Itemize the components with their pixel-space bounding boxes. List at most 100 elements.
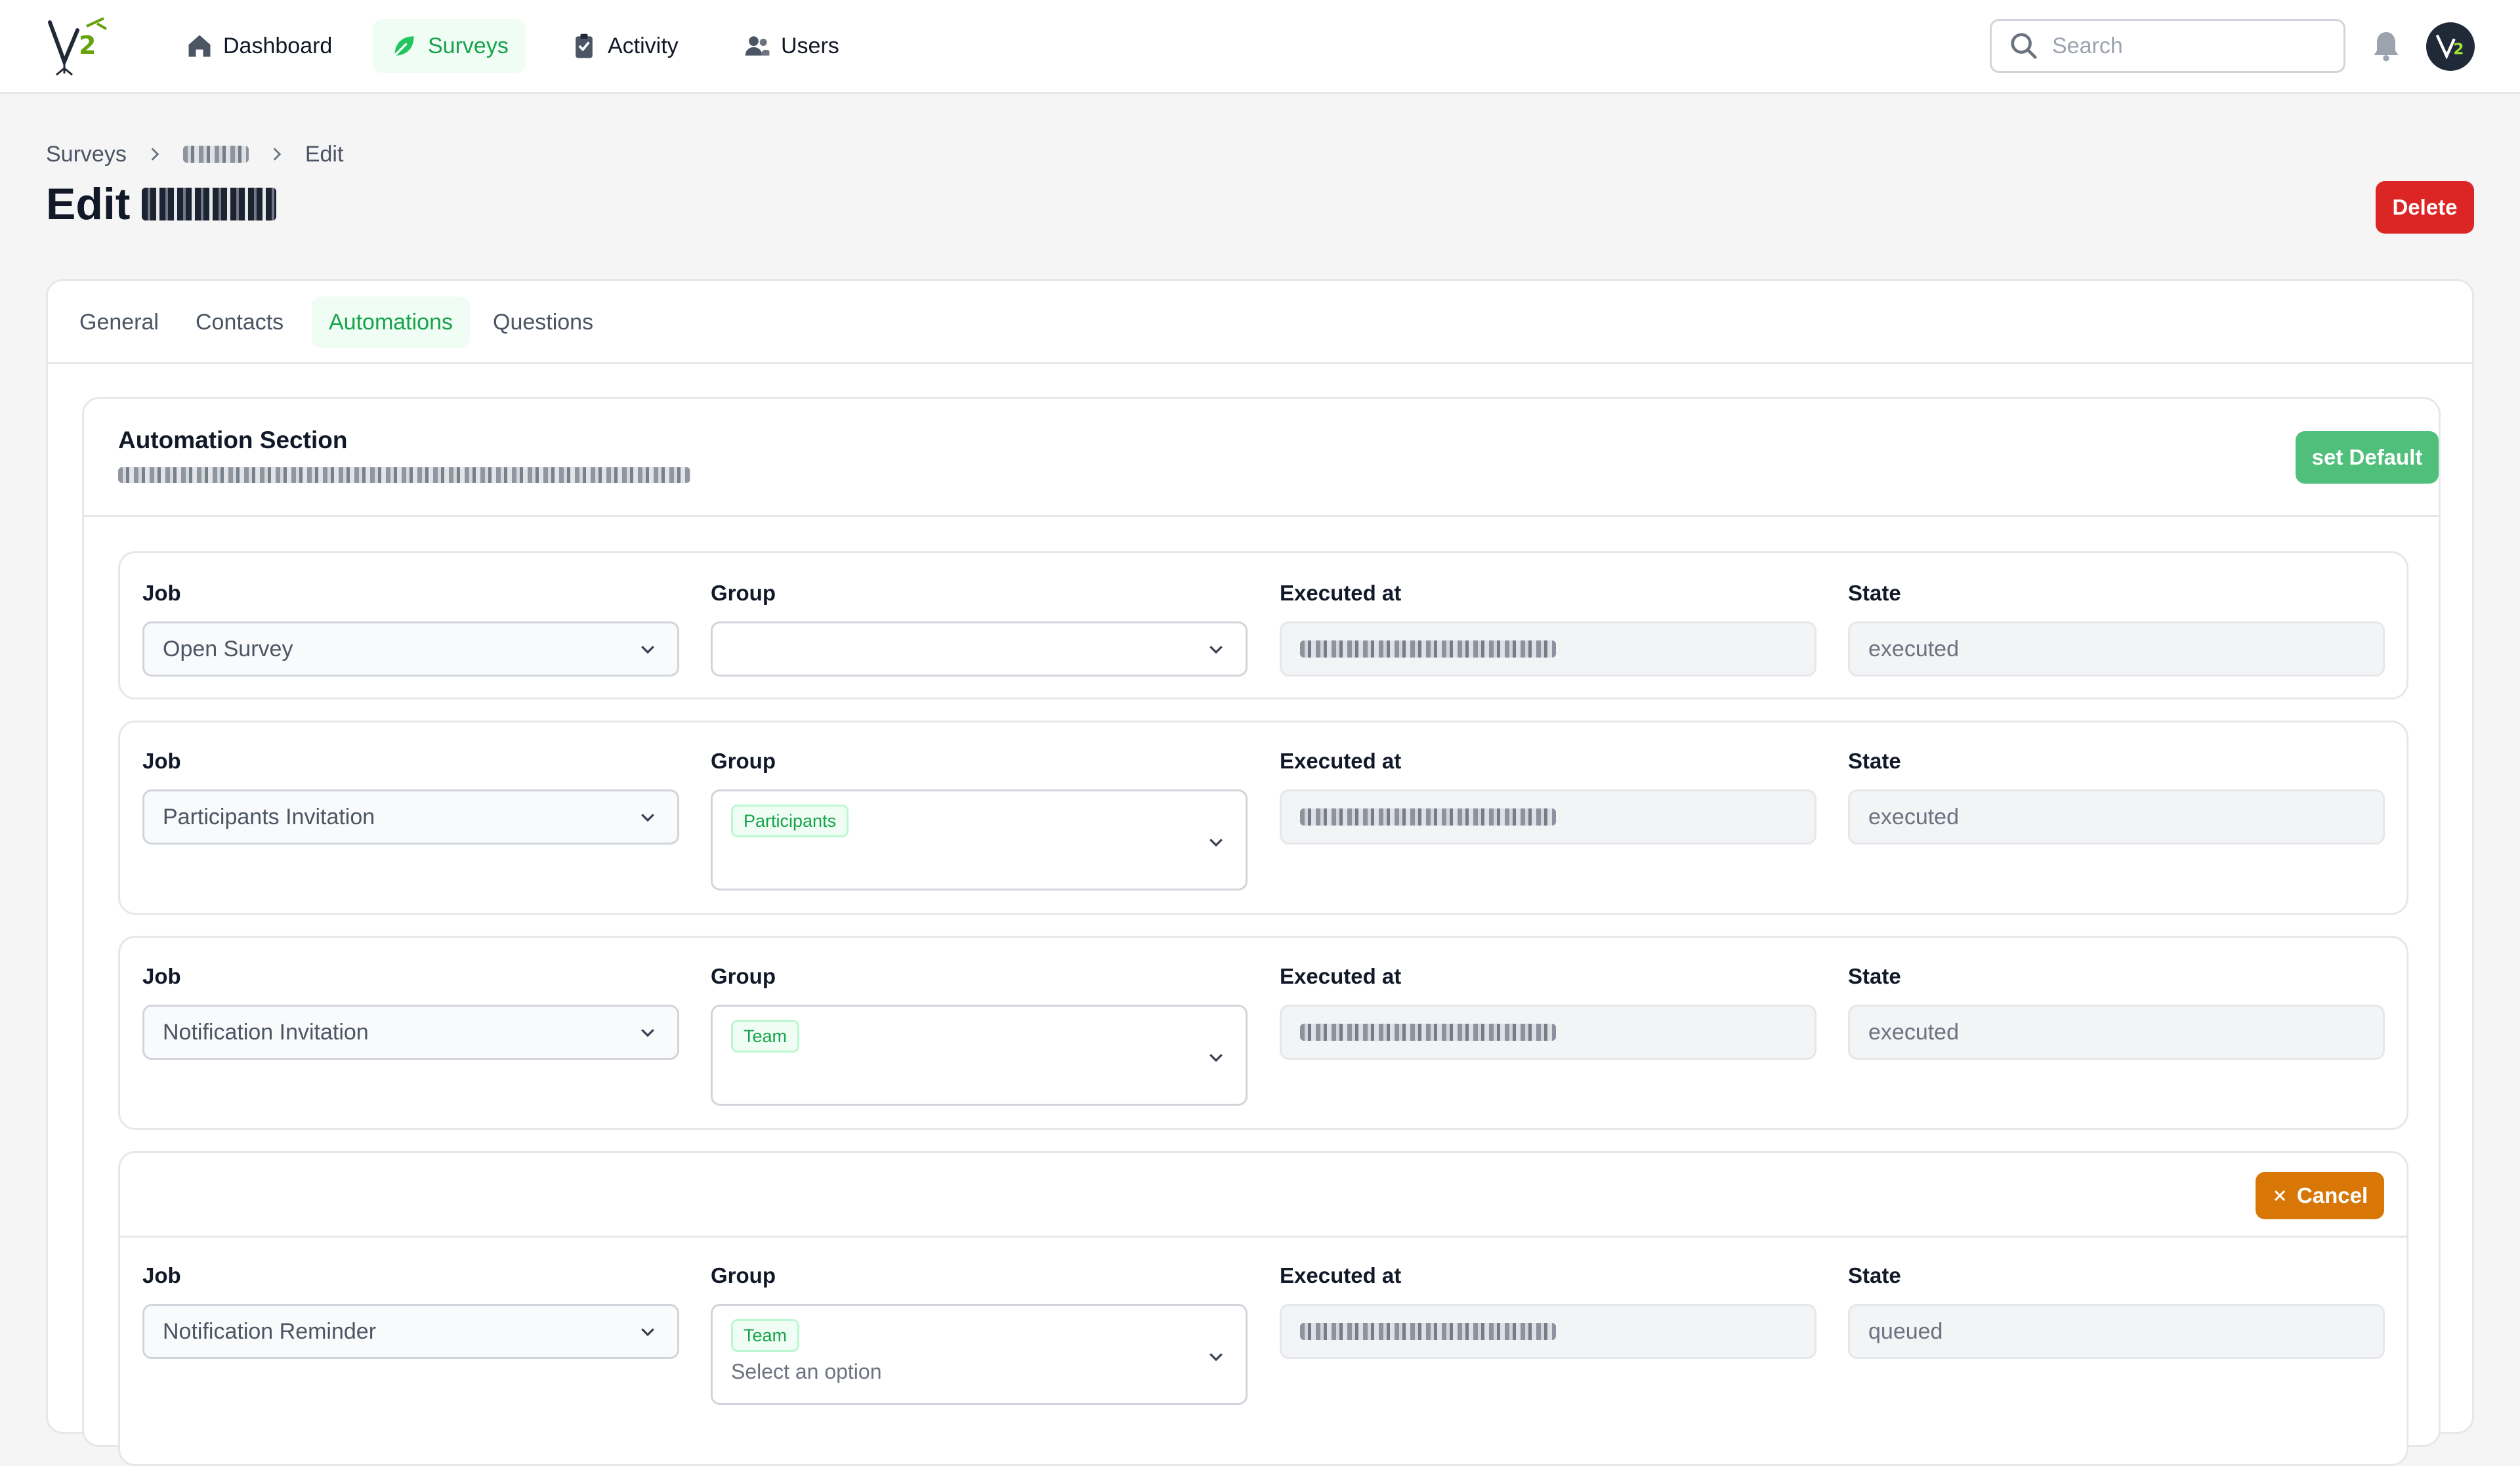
group-tag[interactable]: Participants <box>731 805 849 837</box>
search-box[interactable] <box>1990 19 2345 73</box>
user-avatar[interactable]: 2 <box>2426 22 2475 71</box>
page-title-redacted <box>142 188 277 220</box>
group-tag[interactable]: Team <box>731 1319 800 1352</box>
breadcrumb-edit: Edit <box>304 141 344 167</box>
group-select[interactable] <box>711 621 1248 677</box>
group-tag[interactable]: Team <box>731 1020 800 1053</box>
svg-text:2: 2 <box>79 31 96 60</box>
group-select[interactable]: Team Select an option <box>711 1304 1248 1405</box>
state-label: State <box>1848 749 1901 773</box>
edit-card: General Contacts Automations Questions A… <box>46 279 2474 1466</box>
close-icon <box>2274 1190 2285 1202</box>
job-label: Job <box>142 1263 181 1288</box>
users-icon <box>743 31 772 60</box>
tab-general[interactable]: General <box>62 297 176 348</box>
job-row: Job Open Survey Group Executed at State … <box>118 551 2408 700</box>
state-value: executed <box>1868 1019 1959 1045</box>
executed-at-label: Executed at <box>1280 1263 1402 1288</box>
tab-automations[interactable]: Automations <box>312 297 470 348</box>
job-select[interactable]: Notification Invitation <box>142 1005 679 1060</box>
chevron-down-icon <box>1209 1353 1223 1362</box>
job-row: Job Notification Invitation Group Team E… <box>118 936 2408 1130</box>
job-select-value: Notification Invitation <box>163 1019 369 1045</box>
delete-button[interactable]: Delete <box>2376 181 2474 234</box>
executed-at-field <box>1280 1304 1816 1359</box>
nav-dashboard[interactable]: Dashboard <box>168 19 349 73</box>
chevron-right-icon <box>146 146 163 163</box>
group-select[interactable]: Participants <box>711 789 1248 890</box>
state-label: State <box>1848 581 1901 605</box>
job-select-value: Participants Invitation <box>163 804 375 829</box>
executed-at-value-redacted <box>1300 1024 1556 1041</box>
cancel-button-label: Cancel <box>2296 1183 2368 1207</box>
chevron-down-icon <box>1209 839 1223 847</box>
breadcrumb: Surveys Edit <box>46 141 343 167</box>
state-value: executed <box>1868 804 1959 829</box>
search-icon <box>2011 33 2037 59</box>
tab-contacts[interactable]: Contacts <box>178 297 301 348</box>
group-select[interactable]: Team <box>711 1005 1248 1106</box>
executed-at-label: Executed at <box>1280 581 1402 605</box>
chevron-right-icon <box>268 146 285 163</box>
tab-questions[interactable]: Questions <box>476 297 610 348</box>
page-title: Edit <box>46 178 277 230</box>
nav-activity-label: Activity <box>608 33 679 58</box>
job-row: Cancel Job Notification Reminder Group T… <box>118 1151 2408 1466</box>
avatar-logo-icon: 2 <box>2435 34 2464 60</box>
job-label: Job <box>142 749 181 773</box>
group-label: Group <box>711 964 776 988</box>
state-field: queued <box>1848 1304 2385 1359</box>
automation-section-header: Automation Section set Default <box>84 399 2439 517</box>
job-select[interactable]: Notification Reminder <box>142 1304 679 1359</box>
top-navbar: 2 Dashboard Surveys Activity Users 2 <box>0 0 2520 94</box>
executed-at-field <box>1280 789 1816 845</box>
state-label: State <box>1848 1263 1901 1288</box>
search-input[interactable] <box>2051 32 2316 60</box>
state-value: queued <box>1868 1318 1943 1344</box>
chevron-down-icon <box>1209 646 1223 654</box>
nav-surveys-label: Surveys <box>428 33 509 58</box>
job-select-value: Open Survey <box>163 636 293 661</box>
group-select-placeholder: Select an option <box>731 1360 882 1383</box>
chevron-down-icon <box>641 646 654 654</box>
breadcrumb-surveys[interactable]: Surveys <box>46 142 127 167</box>
home-icon <box>185 31 214 60</box>
executed-at-field <box>1280 1005 1816 1060</box>
nav-activity[interactable]: Activity <box>553 19 696 73</box>
executed-at-value-redacted <box>1300 808 1556 826</box>
svg-text:2: 2 <box>2453 41 2464 58</box>
state-field: executed <box>1848 789 2385 845</box>
nav-users[interactable]: Users <box>726 19 856 73</box>
chevron-down-icon <box>641 814 654 822</box>
bell-icon[interactable] <box>2368 28 2404 64</box>
executed-at-label: Executed at <box>1280 964 1402 988</box>
executed-at-value-redacted <box>1300 640 1556 658</box>
executed-at-label: Executed at <box>1280 749 1402 773</box>
set-default-button[interactable]: set Default <box>2296 431 2439 484</box>
nav-surveys[interactable]: Surveys <box>373 19 526 73</box>
app-logo[interactable]: 2 <box>45 16 110 77</box>
job-select[interactable]: Participants Invitation <box>142 789 679 845</box>
job-row: Job Participants Invitation Group Partic… <box>118 721 2408 915</box>
job-select-value: Notification Reminder <box>163 1318 377 1344</box>
nav-users-label: Users <box>781 33 839 58</box>
clipboard-icon <box>570 31 598 60</box>
cancel-button[interactable]: Cancel <box>2256 1172 2384 1219</box>
job-label: Job <box>142 964 181 988</box>
state-value: executed <box>1868 636 1959 661</box>
nav-dashboard-label: Dashboard <box>223 33 333 58</box>
state-field: executed <box>1848 621 2385 677</box>
chevron-down-icon <box>641 1029 654 1037</box>
group-label: Group <box>711 1263 776 1288</box>
group-label: Group <box>711 749 776 773</box>
group-label: Group <box>711 581 776 605</box>
state-label: State <box>1848 964 1901 988</box>
job-select[interactable]: Open Survey <box>142 621 679 677</box>
leaf-icon <box>390 31 419 60</box>
tab-bar: General Contacts Automations Questions <box>48 281 2472 364</box>
automation-section: Automation Section set Default Job Open … <box>82 397 2441 1466</box>
divider <box>120 1236 2406 1238</box>
executed-at-value-redacted <box>1300 1323 1556 1340</box>
automation-section-title: Automation Section <box>118 427 348 453</box>
breadcrumb-survey-name-redacted[interactable] <box>182 146 249 163</box>
